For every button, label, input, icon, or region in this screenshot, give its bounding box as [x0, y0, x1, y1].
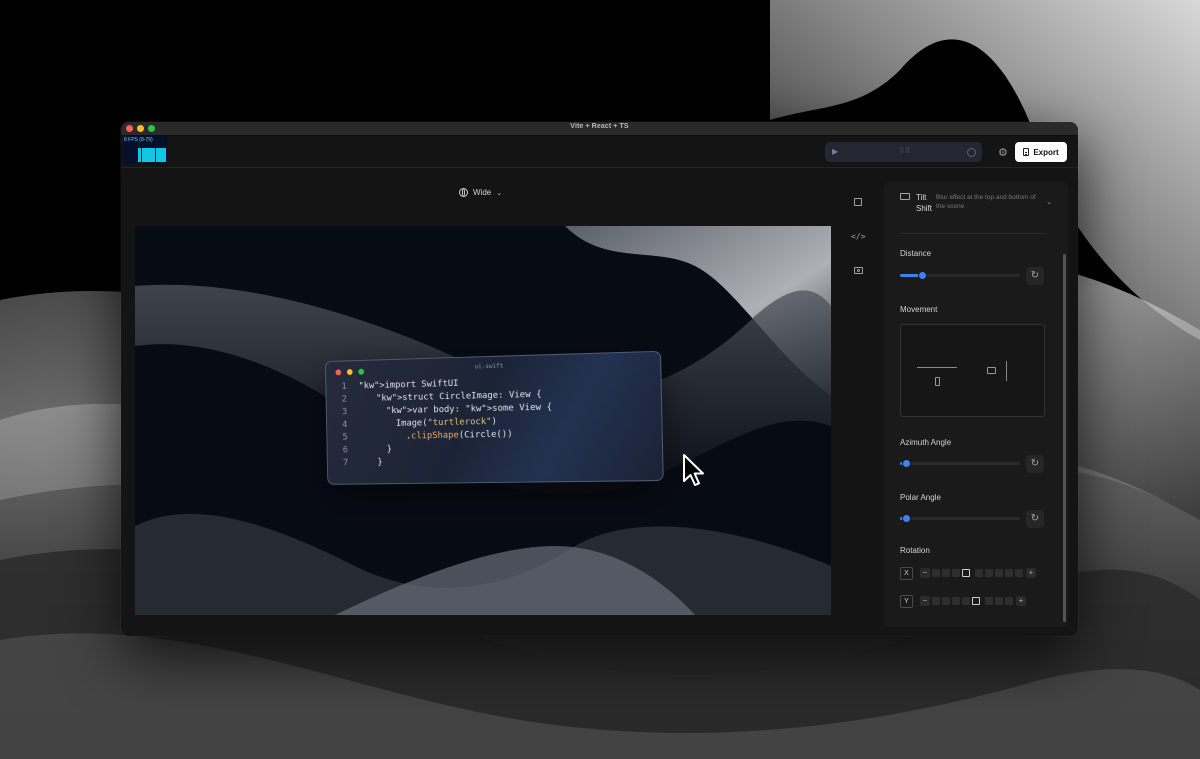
azimuth-angle-label: Azimuth Angle: [900, 438, 952, 447]
code-card[interactable]: ui.swift 1 "kw">import SwiftUI 2 "kw">stru…: [324, 350, 664, 485]
fps-graph: [138, 148, 166, 162]
rotation-y-decrement-button[interactable]: −: [920, 596, 930, 606]
tilt-shift-description: Blur effect at the top and bottom of the…: [936, 194, 1036, 210]
rotation-step-cell[interactable]: [995, 597, 1003, 605]
distance-slider[interactable]: [900, 271, 1020, 280]
focus-frame-button[interactable]: [851, 196, 865, 210]
camera-button[interactable]: [851, 264, 865, 278]
tilt-shift-icon: [900, 193, 910, 200]
polar-angle-slider[interactable]: [900, 514, 1020, 523]
rotation-step-cell[interactable]: [942, 569, 950, 577]
main-area: Wide ⌄ ui.swift 1 "kw">import SwiftUI 2 …: [121, 168, 1078, 636]
movement-track-line: [917, 367, 957, 368]
rotation-step-cell[interactable]: [932, 569, 940, 577]
code-icon: </>: [851, 232, 866, 241]
rotation-y-steps: [932, 597, 1015, 605]
person-icon[interactable]: [935, 377, 940, 386]
rotation-step-cell[interactable]: [972, 597, 980, 605]
distance-label: Distance: [900, 249, 932, 258]
tilt-shift-title: Tilt Shift: [916, 193, 933, 213]
rotation-step-cell[interactable]: [985, 597, 993, 605]
rotation-x-axis-tag: X: [900, 566, 913, 580]
code-line: 7}: [342, 457, 383, 469]
azimuth-reset-button[interactable]: ↻: [1026, 455, 1044, 473]
window-title: Vite + React + TS: [570, 123, 629, 130]
chevron-down-icon: ⌄: [496, 189, 503, 197]
top-toolbar: 8 FPS (8-79) ▶ ⠿⠿ ⚙ Export: [121, 136, 1078, 168]
panel-scrollbar-thumb[interactable]: [1063, 254, 1066, 622]
movement-boundary-line: [1006, 361, 1007, 381]
record-icon[interactable]: [967, 148, 976, 157]
scene-canvas[interactable]: ui.swift 1 "kw">import SwiftUI 2 "kw">stru…: [135, 226, 831, 615]
rotation-x-decrement-button[interactable]: −: [920, 568, 930, 578]
rotation-step-cell[interactable]: [975, 569, 983, 577]
rotation-label: Rotation: [900, 546, 930, 555]
aspect-ratio-label: Wide: [473, 188, 492, 197]
settings-gear-icon[interactable]: ⚙: [998, 146, 1008, 159]
rotation-step-cell[interactable]: [995, 569, 1003, 577]
movement-label: Movement: [900, 305, 938, 314]
rotation-y-increment-button[interactable]: +: [1016, 596, 1026, 606]
rotation-step-cell[interactable]: [1005, 569, 1013, 577]
polar-reset-button[interactable]: ↻: [1026, 510, 1044, 528]
globe-icon: [459, 188, 468, 197]
tilt-shift-option[interactable]: Tilt Shift Blur effect at the top and bo…: [898, 191, 1052, 217]
distance-reset-button[interactable]: ↻: [1026, 267, 1044, 285]
slider-knob[interactable]: [902, 514, 911, 523]
fps-monitor: 8 FPS (8-79): [123, 136, 167, 164]
rotation-step-cell[interactable]: [1005, 597, 1013, 605]
code-card-filename: ui.swift: [474, 362, 504, 371]
rotation-y-row: Y − +: [900, 594, 1028, 608]
rotation-x-steps: [932, 569, 1025, 577]
rotation-step-cell[interactable]: [952, 597, 960, 605]
app-window: Vite + React + TS 8 FPS (8-79) ▶ ⠿⠿ ⚙ Ex…: [121, 122, 1078, 636]
export-button-label: Export: [1033, 147, 1059, 157]
rotation-step-cell[interactable]: [985, 569, 993, 577]
rotation-step-cell[interactable]: [962, 597, 970, 605]
fps-label: 8 FPS (8-79): [124, 137, 153, 143]
rotation-step-cell[interactable]: [962, 569, 970, 577]
slider-knob[interactable]: [917, 271, 927, 280]
export-button[interactable]: Export: [1015, 142, 1067, 162]
focus-frame-icon: [854, 198, 862, 206]
code-block: 1 "kw">import SwiftUI 2 "kw">struct Circle…: [341, 375, 553, 470]
azimuth-angle-slider[interactable]: [900, 459, 1020, 468]
rotation-step-cell[interactable]: [952, 569, 960, 577]
rotation-x-increment-button[interactable]: +: [1026, 568, 1036, 578]
code-button[interactable]: </>: [851, 230, 865, 244]
slider-knob[interactable]: [902, 459, 911, 468]
rotation-step-cell[interactable]: [1015, 569, 1023, 577]
mouse-pointer-icon: [683, 454, 704, 486]
settings-panel: Tilt Shift Blur effect at the top and bo…: [884, 182, 1068, 627]
movement-pad[interactable]: [900, 324, 1045, 417]
rotation-step-cell[interactable]: [942, 597, 950, 605]
document-icon: [1023, 148, 1030, 156]
rotation-step-cell[interactable]: [932, 597, 940, 605]
divider: [900, 233, 1046, 234]
aspect-ratio-select[interactable]: Wide ⌄: [459, 188, 502, 197]
play-icon[interactable]: ▶: [832, 147, 838, 156]
playback-bar[interactable]: ▶ ⠿⠿: [825, 142, 982, 162]
drag-handle-icon[interactable]: ⠿⠿: [899, 147, 911, 155]
rotation-x-row: X − +: [900, 566, 1038, 580]
chevron-down-icon: ⌄: [1046, 199, 1052, 206]
polar-angle-label: Polar Angle: [900, 493, 941, 502]
rotation-y-axis-tag: Y: [900, 594, 913, 608]
title-bar: Vite + React + TS: [121, 122, 1078, 136]
camera-position-icon[interactable]: [987, 367, 996, 374]
camera-icon: [853, 267, 863, 274]
